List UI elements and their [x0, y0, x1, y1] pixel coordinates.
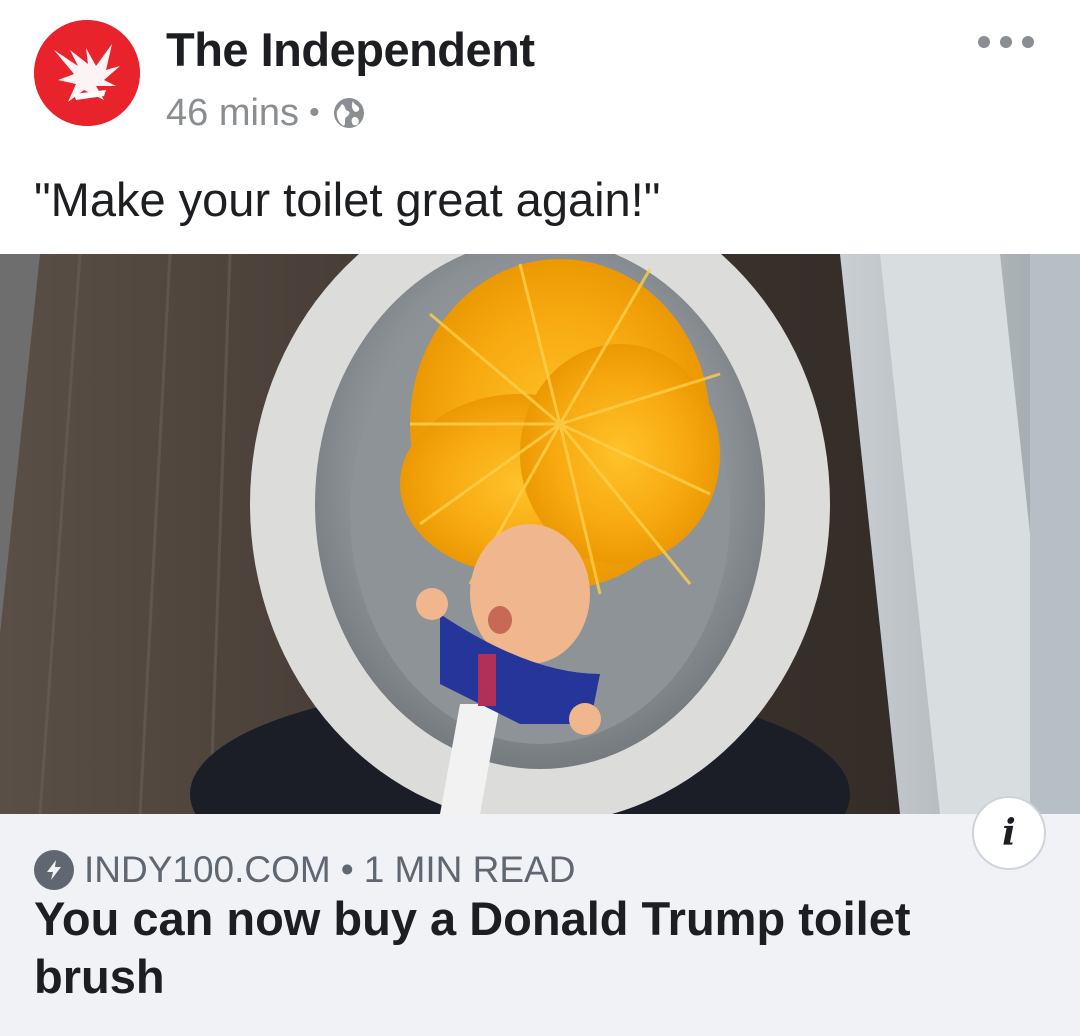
globe-icon [333, 98, 364, 128]
post-caption: "Make your toilet great again!" [34, 173, 661, 226]
link-source-line: INDY100.COM • 1 MIN READ [34, 848, 575, 892]
info-icon: i [1002, 812, 1016, 854]
more-dots-icon [978, 36, 990, 48]
info-button[interactable]: i [972, 796, 1046, 870]
lightning-bolt-icon [34, 850, 74, 890]
page-avatar[interactable] [34, 20, 140, 126]
link-read-time: 1 MIN READ [363, 849, 576, 890]
link-separator: • [340, 849, 354, 890]
post-header: The Independent 46 mins • [0, 0, 1080, 150]
meta-separator: • [309, 96, 320, 129]
link-title[interactable]: You can now buy a Donald Trump toilet br… [34, 890, 994, 1006]
more-options-button[interactable] [978, 30, 1034, 54]
page-name[interactable]: The Independent [166, 22, 535, 77]
link-source: INDY100.COM [84, 849, 331, 890]
toilet-brush-photo [0, 254, 1080, 814]
post-photo[interactable] [0, 254, 1080, 814]
post-meta: 46 mins • [166, 90, 366, 136]
post-time[interactable]: 46 mins [166, 92, 299, 135]
eagle-logo-icon [34, 20, 140, 126]
